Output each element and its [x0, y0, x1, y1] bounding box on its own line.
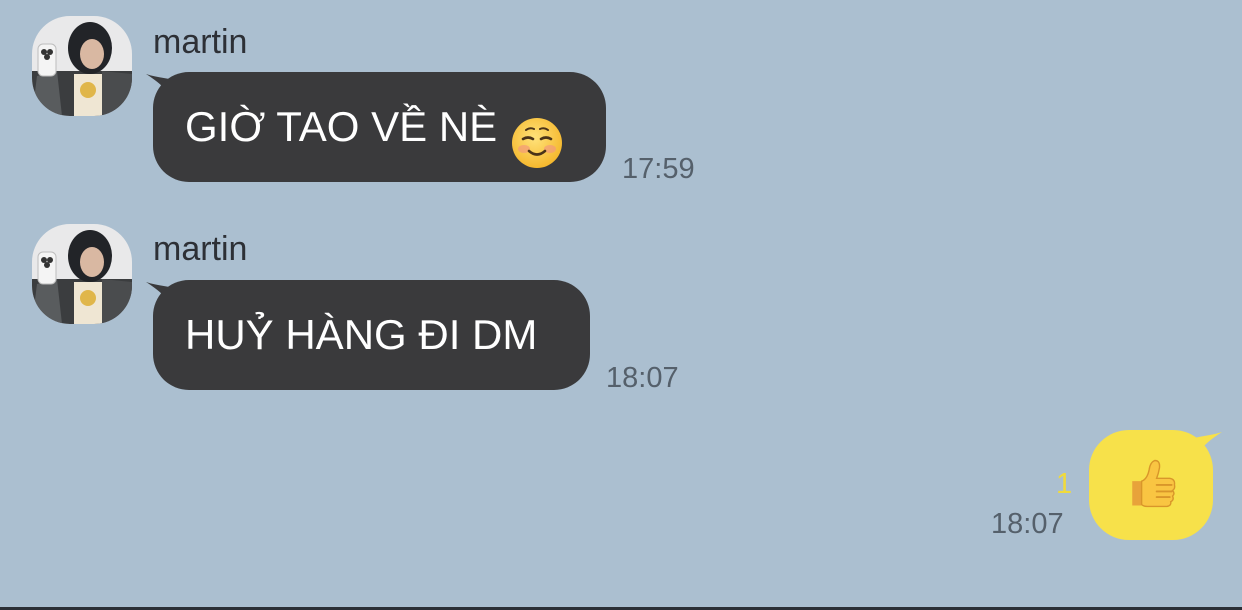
thumbs-up-icon [1121, 453, 1181, 518]
message-bubble[interactable]: GIỜ TAO VỀ NÈ [153, 72, 606, 182]
message-bubble[interactable]: HUỶ HÀNG ĐI DM [153, 280, 590, 390]
avatar-photo [32, 16, 132, 116]
smiling-face-icon [511, 100, 563, 168]
message-time: 18:07 [606, 362, 679, 394]
sender-name: martin [153, 23, 248, 61]
avatar[interactable] [32, 16, 132, 116]
avatar[interactable] [32, 224, 132, 324]
message-text: GIỜ TAO VỀ NÈ [185, 103, 498, 150]
message-time: 18:07 [991, 508, 1064, 540]
avatar-photo [32, 224, 132, 324]
unread-count: 1 [1056, 468, 1073, 500]
message-bubble[interactable] [1089, 430, 1213, 540]
sender-name: martin [153, 230, 248, 268]
message-text: HUỶ HÀNG ĐI DM [185, 311, 538, 358]
message-time: 17:59 [622, 153, 695, 185]
